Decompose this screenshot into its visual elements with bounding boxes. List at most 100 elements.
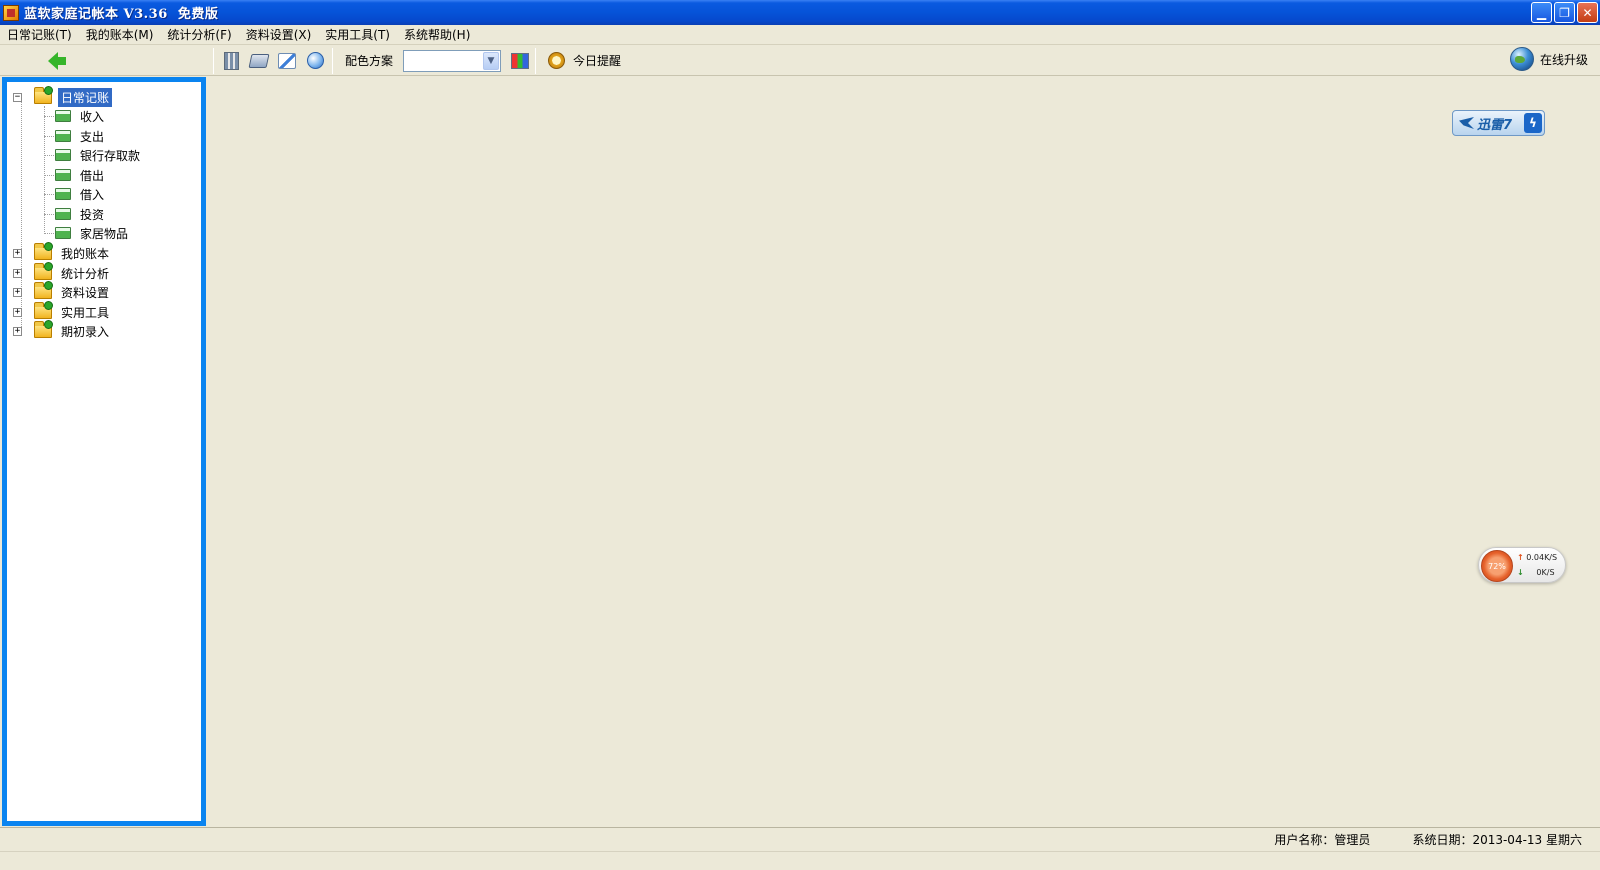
expand-toggle[interactable]: +: [13, 248, 22, 258]
tree-node-label: 银行存取款: [80, 148, 141, 163]
color-scheme-select[interactable]: ▼: [403, 49, 502, 72]
folder-icon: [34, 242, 53, 260]
app-icon[interactable]: [3, 4, 19, 21]
expand-toggle[interactable]: +: [13, 287, 22, 297]
status-bar: 用户名称：管理员 系统日期：2013-04-13 星期六: [0, 827, 1600, 851]
globe-icon: [1509, 47, 1534, 71]
arrow-left-icon: [48, 51, 66, 70]
menu-daily[interactable]: 日常记账(T): [0, 26, 79, 43]
ledger-icon: [55, 208, 71, 220]
expand-toggle[interactable]: +: [13, 307, 22, 317]
tree-node-label: 收入: [80, 109, 105, 124]
expand-toggle[interactable]: +: [13, 326, 22, 336]
window-controls: ▁ ❐ ✕: [1531, 2, 1598, 23]
toolbar-separator: [535, 47, 537, 74]
menu-statistics[interactable]: 统计分析(F): [160, 26, 238, 43]
menu-settings[interactable]: 资料设置(X): [239, 26, 319, 43]
folder-icon: [34, 262, 53, 280]
menu-my-books[interactable]: 我的账本(M): [79, 26, 161, 43]
tree-node-household[interactable]: 家居物品: [44, 224, 131, 242]
minimize-button[interactable]: ▁: [1531, 2, 1552, 23]
folder-icon: [34, 86, 53, 104]
window-title: 蓝软家庭记帐本 V3.36 免费版: [24, 7, 219, 22]
tree-node-label: 我的账本: [61, 246, 110, 261]
tree-node-settings[interactable]: + 资料设置: [13, 281, 112, 301]
download-speed: ↓ 0K/S: [1517, 568, 1555, 577]
folder-icon: [34, 281, 53, 299]
menu-tools[interactable]: 实用工具(T): [318, 26, 397, 43]
xunlei-bird-icon: [1459, 117, 1474, 129]
collapse-toggle[interactable]: −: [13, 92, 22, 102]
toolbar-separator: [332, 47, 333, 74]
xunlei-floating-button[interactable]: 迅雷7 ϟ: [1452, 110, 1545, 136]
ledger-icon: [55, 130, 71, 142]
app-window: 蓝软家庭记帐本 V3.36 免费版 ▁ ❐ ✕ 日常记账(T) 我的账本(M) …: [0, 0, 1600, 870]
minimize-icon: ▁: [1536, 5, 1547, 20]
tree-node-statistics[interactable]: + 统计分析: [13, 262, 112, 282]
tree-node-daily[interactable]: − 日常记账: [13, 86, 113, 107]
folder-icon: [34, 320, 53, 338]
expand-toggle[interactable]: +: [13, 268, 22, 278]
xunlei-label: 迅雷7: [1477, 117, 1513, 133]
tree-node-my-books[interactable]: + 我的账本: [13, 242, 112, 262]
ledger-icon: [55, 149, 71, 161]
edit-button[interactable]: [276, 50, 298, 72]
tree-node-label: 日常记账: [58, 87, 113, 107]
arrow-down-icon: ↓: [1517, 568, 1524, 577]
tree-node-lend[interactable]: 借出: [44, 166, 107, 184]
ledger-icon: [55, 227, 71, 239]
tree-node-label: 家居物品: [80, 226, 129, 241]
back-button[interactable]: [39, 50, 67, 72]
help-button[interactable]: [304, 50, 326, 72]
chevron-down-icon[interactable]: ▼: [483, 51, 500, 70]
folder-icon: [34, 301, 53, 319]
edit-icon: [278, 52, 296, 69]
restore-icon: ❐: [1559, 5, 1570, 20]
main-content-area: 迅雷7 ϟ 72% ↑ 0.04K/S ↓ 0K/S: [208, 77, 1600, 826]
network-speed-widget[interactable]: 72% ↑ 0.04K/S ↓ 0K/S: [1478, 547, 1566, 583]
menu-help[interactable]: 系统帮助(H): [397, 26, 477, 43]
download-speed-value: 0K/S: [1536, 568, 1555, 577]
status-user: 用户名称：管理员: [1274, 833, 1371, 847]
tree-node-opening[interactable]: + 期初录入: [13, 320, 112, 340]
color-scheme-label: 配色方案: [345, 54, 394, 68]
tree-node-bank[interactable]: 银行存取款: [44, 146, 143, 164]
lightning-icon: ϟ: [1524, 113, 1542, 133]
online-upgrade-button[interactable]: 在线升级: [1509, 47, 1588, 71]
ledger-icon: [55, 169, 71, 181]
alarm-clock-icon: [548, 52, 566, 69]
close-button[interactable]: ✕: [1577, 2, 1598, 23]
restore-button[interactable]: ❐: [1554, 2, 1575, 23]
calculator-button[interactable]: [220, 50, 242, 72]
speed-percent-ring: 72%: [1481, 550, 1513, 582]
tree-node-label: 借出: [80, 168, 105, 183]
tree-node-label: 统计分析: [61, 266, 110, 281]
tree-node-label: 资料设置: [61, 285, 110, 300]
tree-node-label: 投资: [80, 207, 105, 222]
arrow-up-icon: ↑: [1517, 553, 1524, 562]
status-date: 系统日期：2013-04-13 星期六: [1412, 833, 1582, 847]
title-bar[interactable]: 蓝软家庭记帐本 V3.36 免费版 ▁ ❐ ✕: [0, 0, 1600, 25]
navigation-panel: − 日常记账 收入 支出 银行存取款 借出 借入 投资 家居物品 + 我的账本 …: [2, 77, 206, 826]
upload-speed-value: 0.04K/S: [1526, 553, 1558, 562]
upload-speed: ↑ 0.04K/S: [1517, 553, 1557, 562]
menu-bar: 日常记账(T) 我的账本(M) 统计分析(F) 资料设置(X) 实用工具(T) …: [0, 25, 1600, 45]
print-button[interactable]: [248, 50, 270, 72]
online-upgrade-label: 在线升级: [1539, 52, 1588, 67]
tree-node-income[interactable]: 收入: [44, 107, 107, 125]
tree-node-tools[interactable]: + 实用工具: [13, 301, 112, 321]
ledger-icon: [55, 188, 71, 200]
toolbar-icons: [220, 50, 326, 72]
navigation-tree: − 日常记账 收入 支出 银行存取款 借出 借入 投资 家居物品 + 我的账本 …: [7, 82, 201, 821]
bottom-strip: [0, 851, 1600, 870]
toolbar-separator: [213, 47, 214, 74]
today-reminder-button[interactable]: 今日提醒: [542, 52, 621, 69]
ledger-icon: [55, 110, 71, 122]
tree-node-label: 支出: [80, 129, 105, 144]
close-icon: ✕: [1582, 5, 1593, 20]
palette-icon[interactable]: [511, 52, 530, 69]
today-reminder-label: 今日提醒: [573, 54, 622, 68]
tree-node-borrow[interactable]: 借入: [44, 185, 107, 203]
tree-node-expense[interactable]: 支出: [44, 127, 107, 145]
tree-node-invest[interactable]: 投资: [44, 205, 107, 223]
